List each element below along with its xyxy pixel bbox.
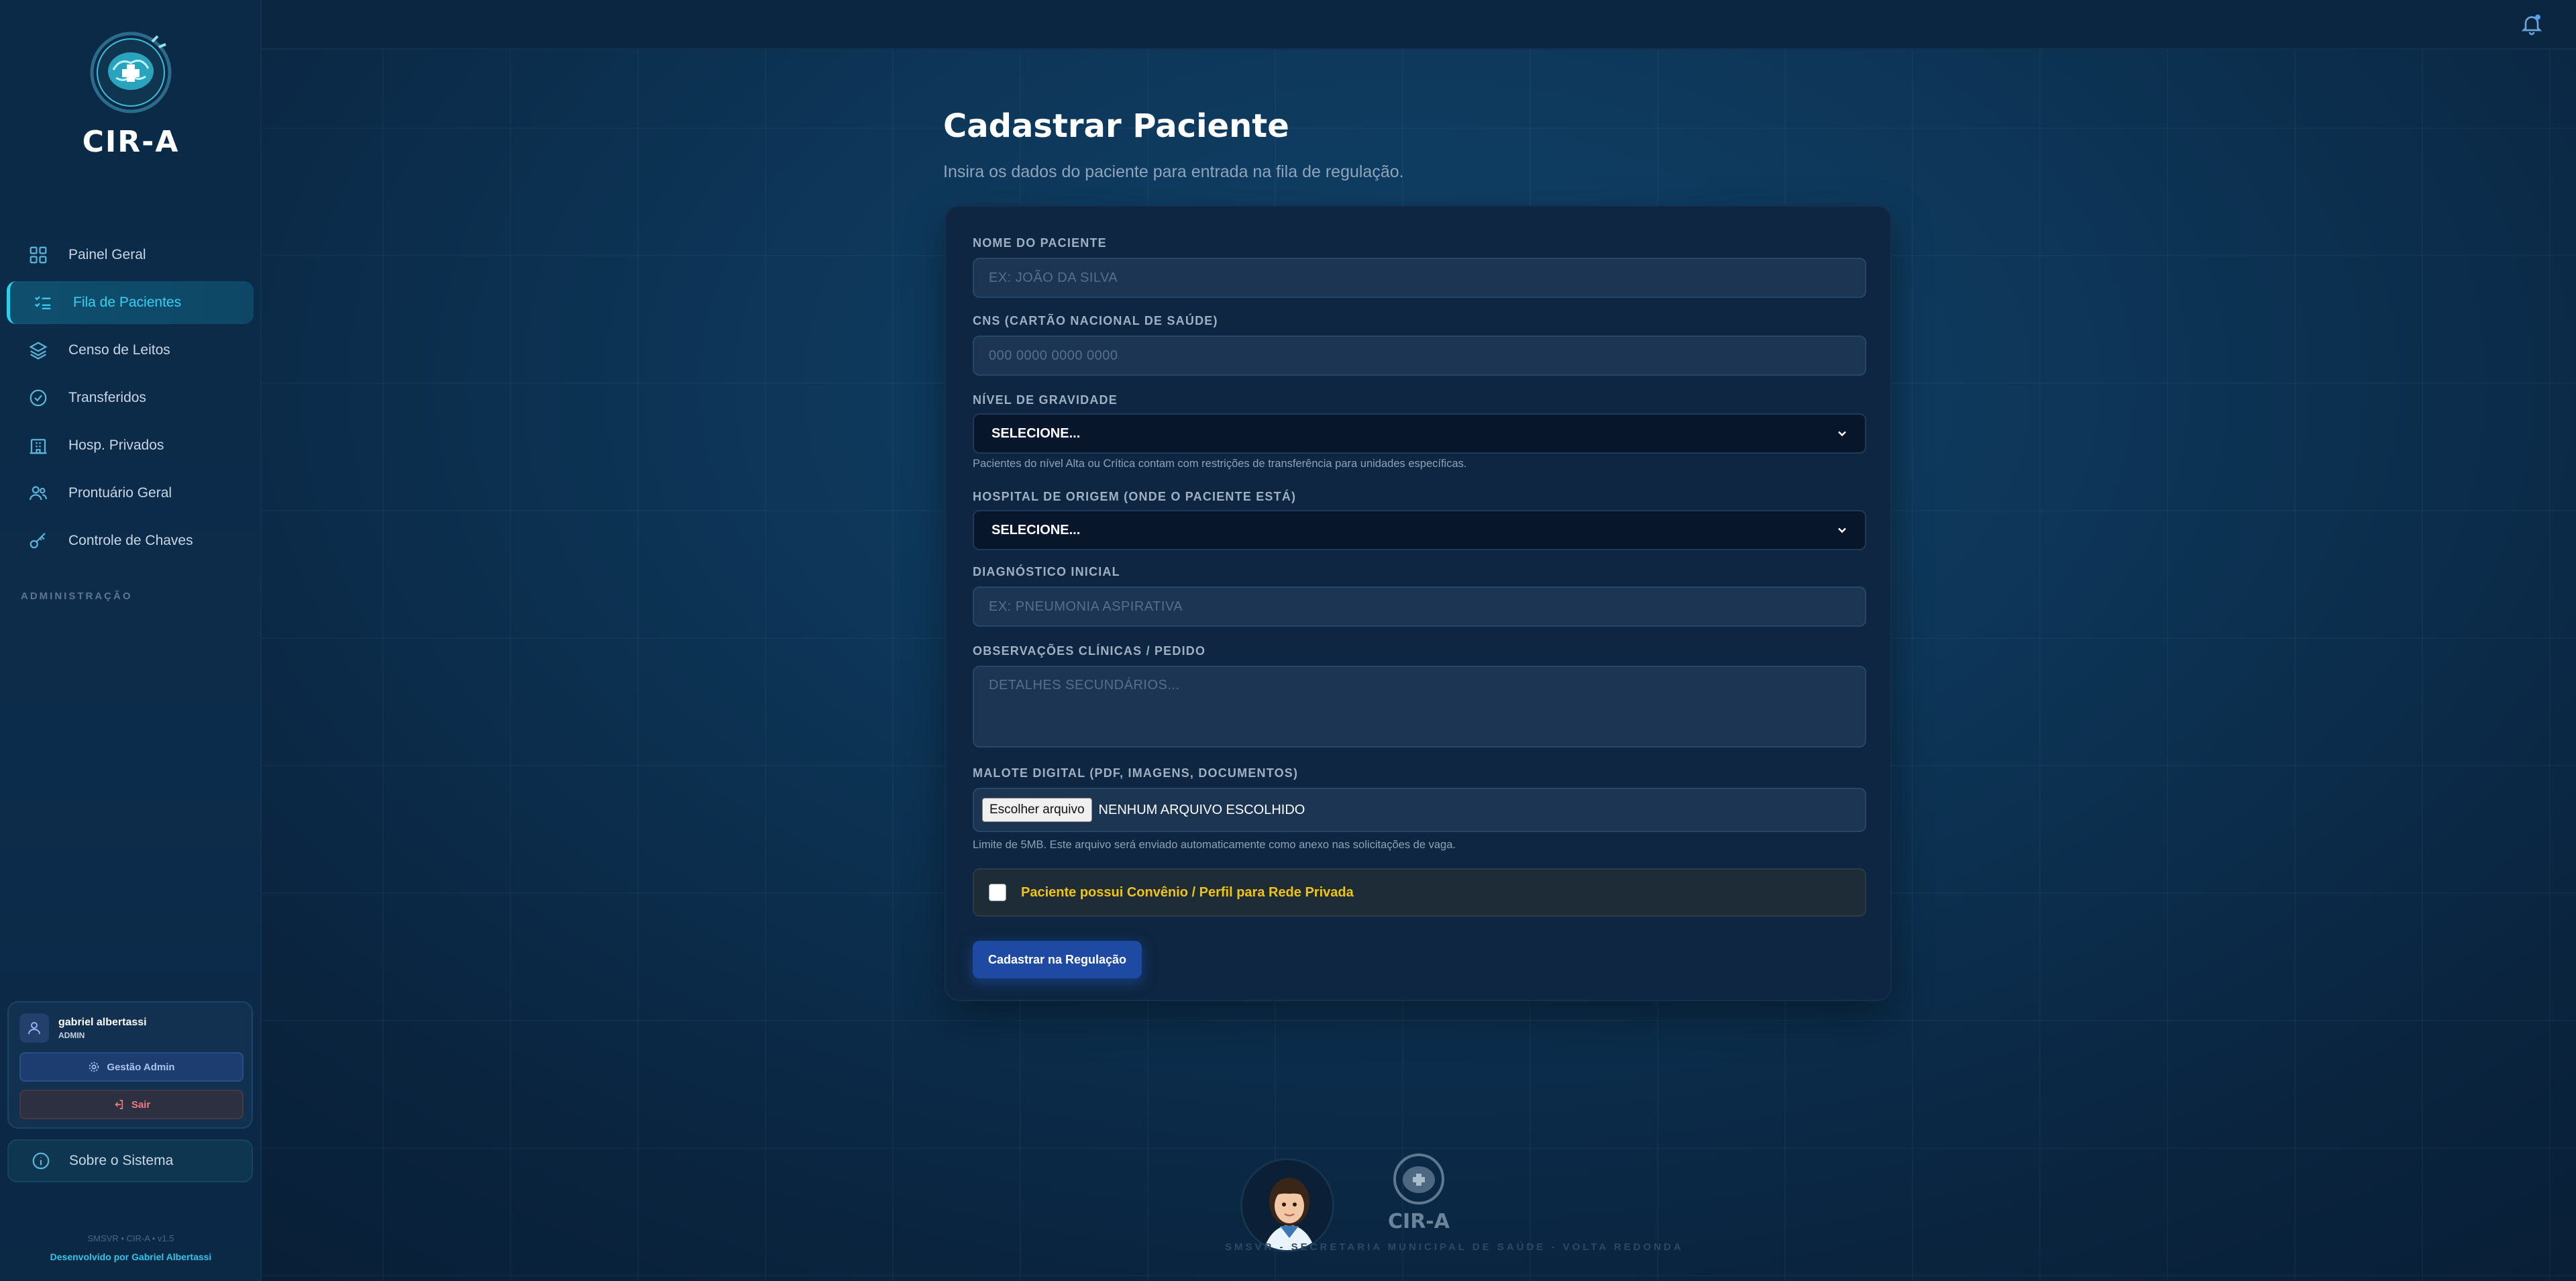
info-icon bbox=[29, 1149, 53, 1173]
sidebar-item-label: Painel Geral bbox=[68, 247, 146, 262]
digital-pouch-label: MALOTE DIGITAL (PDF, IMAGENS, DOCUMENTOS… bbox=[973, 766, 1299, 780]
user-role: ADMIN bbox=[58, 1030, 85, 1040]
brain-logo-icon bbox=[90, 32, 172, 113]
severity-label: NÍVEL DE GRAVIDADE bbox=[973, 393, 1118, 407]
severity-hint: Pacientes do nível Alta ou Crítica conta… bbox=[973, 458, 1467, 470]
nurse-avatar-icon bbox=[1242, 1160, 1332, 1250]
sidebar-item-fila-de-pacientes[interactable]: Fila de Pacientes bbox=[7, 281, 254, 324]
patient-name-label: NOME DO PACIENTE bbox=[973, 236, 1107, 250]
users-icon bbox=[27, 482, 50, 505]
list-checks-icon bbox=[32, 291, 54, 314]
chevron-down-icon bbox=[1838, 527, 1846, 533]
sidebar-item-prontuario-geral[interactable]: Prontuário Geral bbox=[7, 472, 254, 515]
clinical-notes-textarea[interactable]: DETALHES SECUNDÁRIOS... bbox=[973, 666, 1866, 748]
user-name: gabriel albertassi bbox=[58, 1016, 147, 1028]
section-label-administracao: ADMINISTRAÇÃO bbox=[21, 591, 133, 602]
footer-organization: SMSVR - SECRETARIA MUNICIPAL DE SAÚDE - … bbox=[1225, 1241, 1684, 1253]
admin-management-button[interactable]: Gestão Admin bbox=[19, 1052, 244, 1082]
origin-hospital-select[interactable]: SELECIONE... bbox=[973, 510, 1866, 550]
file-upload-field[interactable]: Escolher arquivo NENHUM ARQUIVO ESCOLHID… bbox=[973, 788, 1866, 832]
avatar bbox=[19, 1013, 49, 1043]
logo-text: CIR-A bbox=[82, 125, 180, 159]
app-logo[interactable]: CIR-A bbox=[0, 27, 262, 159]
sidebar-item-controle-de-chaves[interactable]: Controle de Chaves bbox=[7, 519, 254, 562]
sidebar-nav: Painel Geral Fila de Pacientes Censo de … bbox=[7, 234, 254, 567]
page-title: Cadastrar Paciente bbox=[943, 107, 1289, 145]
private-network-checkbox-row[interactable]: Paciente possui Convênio / Perfil para R… bbox=[973, 868, 1866, 917]
assistant-avatar[interactable] bbox=[1240, 1158, 1334, 1252]
cns-input[interactable]: 000 0000 0000 0000 bbox=[973, 336, 1866, 376]
private-network-checkbox[interactable] bbox=[989, 884, 1006, 901]
severity-select[interactable]: SELECIONE... bbox=[973, 413, 1866, 454]
notification-bell-icon[interactable] bbox=[2520, 12, 2544, 36]
clinical-notes-label: OBSERVAÇÕES CLÍNICAS / PEDIDO bbox=[973, 644, 1206, 658]
building-icon bbox=[27, 434, 50, 457]
patient-name-input[interactable]: EX: JOÃO DA SILVA bbox=[973, 258, 1866, 298]
logout-button-label: Sair bbox=[131, 1098, 151, 1111]
user-icon bbox=[28, 1022, 40, 1035]
user-card: gabriel albertassi ADMIN Gestão Admin Sa… bbox=[7, 1001, 253, 1129]
layers-icon bbox=[27, 339, 50, 362]
sidebar-item-label: Censo de Leitos bbox=[68, 342, 170, 358]
file-limit-hint: Limite de 5MB. Este arquivo será enviado… bbox=[973, 839, 1456, 851]
footer-logo-text: CIR-A bbox=[1388, 1210, 1450, 1233]
sidebar-item-censo-de-leitos[interactable]: Censo de Leitos bbox=[7, 329, 254, 372]
origin-hospital-label: HOSPITAL DE ORIGEM (ONDE O PACIENTE ESTÁ… bbox=[973, 490, 1297, 503]
app-version: SMSVR • CIR-A • v1.5 bbox=[87, 1233, 174, 1243]
about-label: Sobre o Sistema bbox=[69, 1153, 174, 1168]
diagnosis-label: DIAGNÓSTICO INICIAL bbox=[973, 565, 1120, 578]
footer-logo: CIR-A bbox=[1382, 1149, 1456, 1236]
chevron-down-icon bbox=[1838, 431, 1846, 437]
patient-form: NOME DO PACIENTE EX: JOÃO DA SILVA CNS (… bbox=[945, 205, 1892, 1001]
sidebar-item-label: Prontuário Geral bbox=[68, 485, 172, 501]
top-bar bbox=[262, 0, 2576, 50]
check-circle-icon bbox=[27, 387, 50, 409]
sidebar-item-label: Fila de Pacientes bbox=[73, 295, 182, 310]
sidebar: CIR-A Painel Geral Fila de Pacientes Cen… bbox=[0, 0, 262, 1281]
developer-credit[interactable]: Desenvolvido por Gabriel Albertassi bbox=[0, 1251, 262, 1262]
user-info: gabriel albertassi ADMIN bbox=[19, 1013, 241, 1043]
gear-icon bbox=[89, 1062, 99, 1072]
sidebar-item-label: Controle de Chaves bbox=[68, 533, 193, 548]
sidebar-item-transferidos[interactable]: Transferidos bbox=[7, 376, 254, 419]
page-subtitle: Insira os dados do paciente para entrada… bbox=[943, 162, 1404, 181]
logout-button[interactable]: Sair bbox=[19, 1090, 244, 1119]
sidebar-item-label: Transferidos bbox=[68, 390, 146, 405]
origin-hospital-select-value: SELECIONE... bbox=[991, 522, 1081, 537]
cns-label: CNS (CARTÃO NACIONAL DE SAÚDE) bbox=[973, 314, 1218, 327]
choose-file-button[interactable]: Escolher arquivo bbox=[982, 798, 1092, 822]
file-status: NENHUM ARQUIVO ESCOLHIDO bbox=[1098, 802, 1305, 817]
severity-select-value: SELECIONE... bbox=[991, 425, 1081, 441]
about-system-button[interactable]: Sobre o Sistema bbox=[7, 1139, 253, 1182]
private-network-label: Paciente possui Convênio / Perfil para R… bbox=[1021, 884, 1354, 900]
brain-logo-icon bbox=[1393, 1154, 1444, 1205]
logout-icon bbox=[115, 1100, 123, 1109]
submit-registration-button[interactable]: Cadastrar na Regulação bbox=[973, 941, 1142, 978]
sidebar-item-label: Hosp. Privados bbox=[68, 438, 164, 453]
diagnosis-input[interactable]: EX: PNEUMONIA ASPIRATIVA bbox=[973, 586, 1866, 627]
dashboard-icon bbox=[27, 244, 50, 266]
sidebar-item-painel-geral[interactable]: Painel Geral bbox=[7, 234, 254, 276]
sidebar-item-hosp-privados[interactable]: Hosp. Privados bbox=[7, 424, 254, 467]
admin-button-label: Gestão Admin bbox=[107, 1061, 175, 1073]
key-icon bbox=[27, 529, 50, 552]
